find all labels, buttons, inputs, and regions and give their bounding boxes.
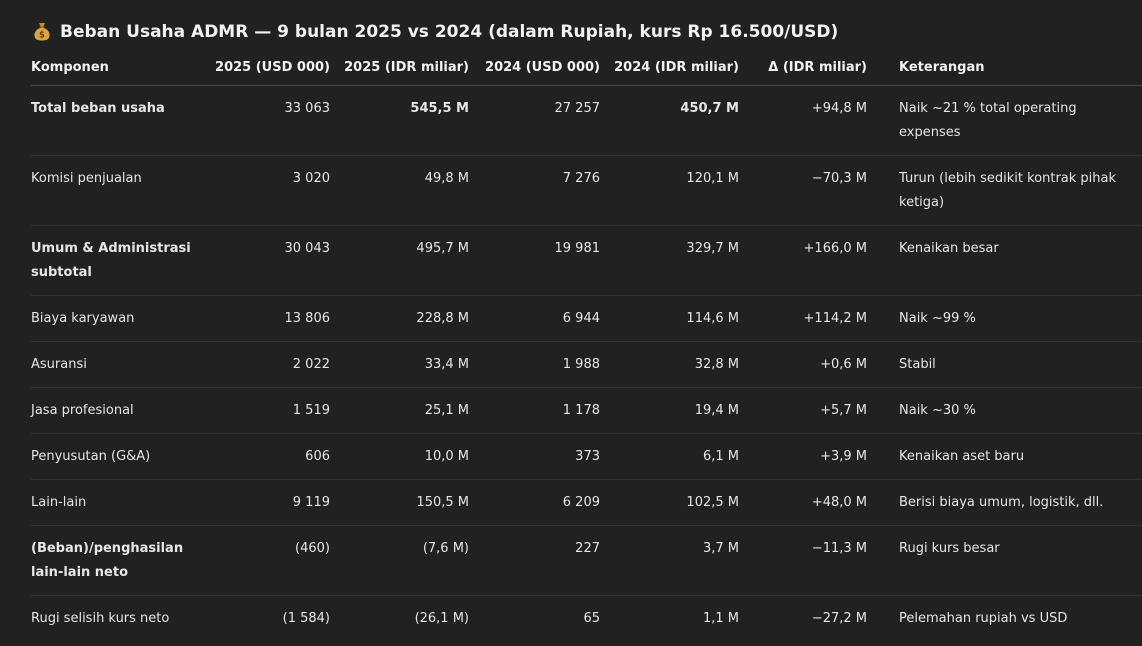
table-row: Jasa profesional 1 519 25,1 M1 178 19,4 M +5…	[31, 387, 1142, 434]
cell-usd-2025: 13 806	[199, 295, 330, 342]
cell-usd-2024: 7 276	[469, 155, 600, 226]
table-row: Penyusutan (G&A) 606 10,0 M 373 6,1 M +3,9 MK…	[31, 433, 1142, 480]
cell-keterangan: Pelemahan rupiah vs USD	[899, 610, 1068, 626]
header-usd-2025: 2025 (USD 000)	[199, 50, 330, 86]
cell-keterangan: Stabil	[867, 341, 1142, 388]
table-row: Biaya karyawan 13 806 228,8 M6 944 114,6 M +…	[31, 295, 1142, 342]
cell-idr-2024: 114,6 M	[600, 295, 739, 342]
cell-idr-2025: (26,1 M)	[414, 610, 469, 626]
cell-idr-2025: 49,8 M	[330, 155, 469, 226]
table-row: Lain-lain 9 119 150,5 M6 209 102,5 M +48,0 M…	[31, 479, 1142, 526]
cell-idr-2025: 33,4 M	[330, 341, 469, 388]
cell-usd-2024: 27 257	[469, 85, 600, 156]
cell-idr-2025: (7,6 M)	[330, 525, 469, 596]
cell-keterangan: Naik ~30 %	[867, 387, 1142, 434]
cell-usd-2024: 19 981	[469, 225, 600, 296]
document-view: $ Beban Usaha ADMR — 9 bulan 2025 vs 202…	[0, 0, 1142, 646]
cell-usd-2024: 65	[583, 610, 600, 626]
cell-usd-2025: 3 020	[199, 155, 330, 226]
cell-delta: +5,7 M	[739, 387, 867, 434]
table-row: Asuransi 2 022 33,4 M1 988 32,8 M +0,6 M Stab…	[31, 341, 1142, 388]
cell-delta: −11,3 M	[739, 525, 867, 596]
cell-keterangan: Berisi biaya umum, logistik, dll.	[867, 479, 1142, 526]
cell-komponen: Komisi penjualan	[31, 155, 199, 226]
cell-usd-2024: 373	[469, 433, 600, 480]
cell-idr-2024: 329,7 M	[600, 225, 739, 296]
cell-keterangan: Naik ~21 % total operating expenses	[867, 85, 1142, 156]
svg-text:$: $	[39, 31, 45, 41]
cell-idr-2024: 3,7 M	[600, 525, 739, 596]
cell-komponen: (Beban)/penghasilan lain-lain neto	[31, 525, 199, 596]
header-usd-2024: 2024 (USD 000)	[469, 50, 600, 86]
cell-komponen: Umum & Administrasi subtotal	[31, 225, 199, 296]
cell-idr-2025: 228,8 M	[330, 295, 469, 342]
cell-idr-2024: 6,1 M	[600, 433, 739, 480]
header-idr-2025: 2025 (IDR miliar)	[330, 50, 469, 86]
page-title: $ Beban Usaha ADMR — 9 bulan 2025 vs 202…	[33, 22, 838, 42]
cell-idr-2025: 10,0 M	[330, 433, 469, 480]
money-bag-icon: $	[34, 23, 50, 41]
cell-komponen: Lain-lain	[31, 479, 199, 526]
cell-komponen: Rugi selisih kurs neto	[31, 610, 170, 626]
cell-usd-2024: 6 944	[469, 295, 600, 342]
cell-keterangan: Naik ~99 %	[867, 295, 1142, 342]
cell-usd-2024: 6 209	[469, 479, 600, 526]
cell-idr-2025: 545,5 M	[330, 85, 469, 156]
cell-delta: +166,0 M	[739, 225, 867, 296]
cell-usd-2024: 1 988	[469, 341, 600, 388]
cell-usd-2025: 1 519	[199, 387, 330, 434]
cell-idr-2025: 150,5 M	[330, 479, 469, 526]
cell-komponen: Asuransi	[31, 341, 199, 388]
table-row: Rugi selisih kurs neto (1 584) (26,1 M) 65 1…	[31, 596, 1142, 642]
cell-keterangan: Kenaikan besar	[867, 225, 1142, 296]
cell-keterangan: Turun (lebih sedikit kontrak pihak ketig…	[867, 155, 1142, 226]
cell-usd-2025: 606	[199, 433, 330, 480]
table-header-row: Komponen 2025 (USD 000) 2025 (IDR miliar…	[31, 50, 1142, 86]
cell-idr-2024: 450,7 M	[600, 85, 739, 156]
cell-delta: +48,0 M	[739, 479, 867, 526]
table-row: (Beban)/penghasilan lain-lain neto (460)(…	[31, 525, 1142, 596]
cell-komponen: Total beban usaha	[31, 85, 199, 156]
header-delta: Δ (IDR miliar)	[739, 50, 867, 86]
header-idr-2024: 2024 (IDR miliar)	[600, 50, 739, 86]
cell-delta: +114,2 M	[739, 295, 867, 342]
cell-delta: −27,2 M	[811, 610, 867, 626]
cell-idr-2024: 32,8 M	[600, 341, 739, 388]
cell-keterangan: Kenaikan aset baru	[867, 433, 1142, 480]
header-komponen: Komponen	[31, 50, 199, 86]
table-row: Total beban usaha 33 063 545,5 M 27 257 450,…	[31, 85, 1142, 156]
cell-idr-2025: 25,1 M	[330, 387, 469, 434]
cell-komponen: Jasa profesional	[31, 387, 199, 434]
cell-delta: +0,6 M	[739, 341, 867, 388]
cell-usd-2025: (1 584)	[282, 610, 330, 626]
cell-usd-2025: 9 119	[199, 479, 330, 526]
cell-komponen: Penyusutan (G&A)	[31, 433, 199, 480]
cell-keterangan: Rugi kurs besar	[867, 525, 1142, 596]
cell-delta: +94,8 M	[739, 85, 867, 156]
cell-idr-2024: 102,5 M	[600, 479, 739, 526]
cell-komponen: Biaya karyawan	[31, 295, 199, 342]
expense-table: Komponen 2025 (USD 000) 2025 (IDR miliar…	[31, 50, 1142, 641]
cell-idr-2024: 19,4 M	[600, 387, 739, 434]
title-text: Beban Usaha ADMR — 9 bulan 2025 vs 2024 …	[60, 22, 839, 42]
cell-idr-2024: 120,1 M	[600, 155, 739, 226]
cell-delta: +3,9 M	[739, 433, 867, 480]
cell-usd-2025: 30 043	[199, 225, 330, 296]
cell-idr-2024: 1,1 M	[702, 610, 739, 626]
cell-delta: −70,3 M	[739, 155, 867, 226]
table-row: Umum & Administrasi subtotal 30 043 495,7 …	[31, 225, 1142, 296]
cell-usd-2024: 227	[469, 525, 600, 596]
header-keterangan: Keterangan	[867, 50, 1142, 86]
table-row: Komisi penjualan 3 020 49,8 M7 276 120,1 M −…	[31, 155, 1142, 226]
cell-usd-2025: 33 063	[199, 85, 330, 156]
cell-usd-2025: (460)	[199, 525, 330, 596]
cell-usd-2024: 1 178	[469, 387, 600, 434]
cell-idr-2025: 495,7 M	[330, 225, 469, 296]
cell-usd-2025: 2 022	[199, 341, 330, 388]
